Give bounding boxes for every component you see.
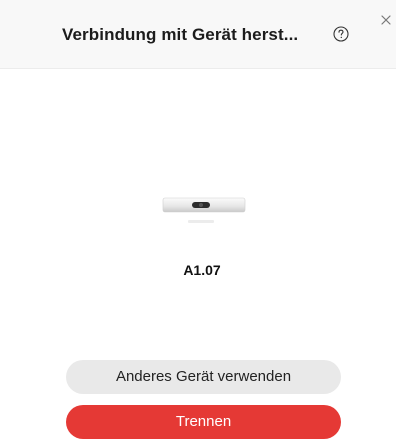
use-other-device-button[interactable]: Anderes Gerät verwenden — [66, 360, 341, 394]
disconnect-button[interactable]: Trennen — [66, 405, 341, 439]
help-circle-icon[interactable] — [333, 26, 349, 42]
dialog-header: Verbindung mit Gerät herst... — [0, 0, 396, 69]
dialog-title: Verbindung mit Gerät herst... — [62, 25, 299, 44]
connect-device-dialog: Verbindung mit Gerät herst... A1.07 Ande… — [0, 0, 396, 439]
device-name: A1.07 — [183, 262, 221, 278]
room-device-icon — [162, 197, 246, 223]
close-icon[interactable] — [380, 14, 392, 26]
